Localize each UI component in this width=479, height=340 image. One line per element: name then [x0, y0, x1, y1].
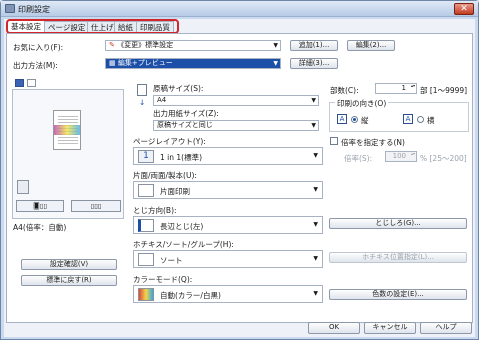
paper-size-select[interactable]: A4 ▼ — [153, 95, 319, 106]
printer-view-icon[interactable] — [27, 79, 36, 87]
favorites-select[interactable]: ✎ 《変更》標準設定 ▼ — [105, 40, 281, 51]
duplex-value: 片面印刷 — [160, 187, 190, 196]
color-mode-label: カラーモード(Q): — [133, 275, 193, 284]
page-layout-label: ページレイアウト(Y): — [133, 137, 206, 146]
printer-icon — [5, 4, 15, 13]
duplex-label: 片面/両面/製本(U): — [133, 171, 197, 180]
preview-caption: A4(倍率：自動) — [13, 223, 67, 232]
tab-bar: 基本設定 ページ設定 仕上げ 給紙 印刷品質 — [4, 19, 475, 34]
window-title: 印刷設定 — [18, 5, 50, 14]
chevron-down-icon: ▼ — [311, 122, 316, 129]
chevron-down-icon: ▼ — [273, 60, 278, 67]
print-settings-window: 印刷設定 ✕ 基本設定 ページ設定 仕上げ 給紙 印刷品質 お気に入り(F): … — [0, 0, 479, 340]
finishing-icons-left: 🂠▯▯ — [16, 200, 64, 212]
output-method-value: 編集+プレビュー — [117, 59, 173, 67]
chevron-down-icon: ▼ — [313, 290, 318, 297]
finishing-icons-right: ▯▯▯ — [71, 200, 121, 212]
paper-size-value: A4 — [157, 96, 167, 104]
landscape-icon: A — [403, 114, 413, 124]
long-edge-left-icon — [138, 219, 154, 232]
single-sided-icon — [138, 184, 154, 197]
edit-favorite-button[interactable]: 編集(2)... — [347, 40, 395, 51]
stack-icon — [17, 180, 29, 194]
page-layout-value: 1 in 1(標準) — [160, 153, 203, 162]
close-button[interactable]: ✕ — [454, 3, 474, 15]
paper-size-icon — [137, 84, 147, 96]
binding-value: 長辺とじ(左) — [160, 222, 204, 231]
output-paper-size-value: 原稿サイズと同じ — [157, 121, 213, 129]
add-favorite-button[interactable]: 追加(1)... — [290, 40, 338, 51]
zoom-stepper[interactable]: 100 — [385, 151, 417, 162]
portrait-icon: A — [337, 114, 347, 124]
landscape-radio[interactable] — [417, 116, 424, 123]
portrait-label: 縦 — [361, 116, 369, 125]
chevron-down-icon: ▼ — [313, 221, 318, 228]
settings-confirm-button[interactable]: 設定確認(V) — [21, 259, 117, 270]
cancel-button[interactable]: キャンセル — [364, 322, 416, 334]
duplex-select[interactable]: 片面印刷 ▼ — [133, 181, 323, 199]
favorites-label: お気に入り(F): — [13, 43, 64, 52]
tab-highlight-frame — [6, 19, 179, 34]
sort-icon — [138, 253, 154, 266]
chevron-down-icon: ▼ — [313, 186, 318, 193]
copies-stepper[interactable]: 1 — [375, 83, 417, 94]
page-layout-select[interactable]: 1 1 in 1(標準) ▼ — [133, 147, 323, 165]
zoom-checkbox[interactable] — [330, 137, 338, 145]
staple-position-button[interactable]: ホチキス位置指定(L)... — [329, 252, 467, 263]
chevron-down-icon: ▼ — [273, 42, 278, 49]
title-bar: 印刷設定 ✕ — [1, 1, 478, 17]
staple-sort-value: ソート — [160, 256, 183, 265]
preview-mode-icon[interactable] — [15, 79, 24, 87]
color-mode-value: 自動(カラー/白黒) — [160, 291, 221, 300]
output-method-label: 出力方法(M): — [13, 61, 58, 70]
page-preview-image — [53, 110, 81, 150]
output-paper-size-label: 出力用紙サイズ(Z): — [153, 109, 219, 118]
arrow-down-icon: ↓ — [139, 98, 146, 107]
layout-preview: 🂠▯▯ ▯▯▯ — [12, 89, 124, 219]
chevron-down-icon: ▼ — [311, 97, 316, 104]
ok-button[interactable]: OK — [308, 322, 360, 334]
output-method-select[interactable]: ▦ 編集+プレビュー ▼ — [105, 58, 281, 69]
paper-size-label: 原稿サイズ(S): — [153, 84, 204, 93]
zoom-range: % [25～200] — [420, 154, 467, 163]
portrait-radio[interactable] — [351, 116, 358, 123]
binding-label: とじ方向(B): — [133, 206, 177, 215]
output-paper-size-select[interactable]: 原稿サイズと同じ ▼ — [153, 120, 319, 131]
chevron-down-icon: ▼ — [313, 152, 318, 159]
dialog-client-area: 基本設定 ページ設定 仕上げ 給紙 印刷品質 お気に入り(F): ✎ 《変更》標… — [4, 19, 475, 337]
zoom-label: 倍率を指定する(N) — [341, 138, 405, 147]
color-settings-button[interactable]: 色数の設定(E)... — [329, 289, 467, 300]
favorites-value: 《変更》標準設定 — [117, 41, 174, 49]
orientation-label: 印刷の向き(O) — [335, 98, 389, 109]
landscape-label: 横 — [427, 116, 435, 125]
restore-defaults-button[interactable]: 標準に戻す(R) — [21, 275, 117, 286]
copies-label: 部数(C): — [330, 86, 359, 95]
one-in-one-icon: 1 — [138, 150, 154, 163]
page-image-band — [54, 125, 80, 135]
zoom-sub-label: 倍率(S): — [344, 154, 373, 163]
edit-preview-icon: ▦ — [109, 59, 118, 67]
output-detail-button[interactable]: 詳細(3)... — [290, 58, 338, 69]
auto-color-icon — [138, 288, 154, 301]
gutter-button[interactable]: とじしろ(G)... — [329, 218, 467, 229]
basic-settings-panel: お気に入り(F): ✎ 《変更》標準設定 ▼ 追加(1)... 編集(2)...… — [6, 33, 473, 323]
copies-range: 部 [1～9999] — [420, 86, 468, 95]
binding-select[interactable]: 長辺とじ(左) ▼ — [133, 216, 323, 234]
chevron-down-icon: ▼ — [313, 255, 318, 262]
pencil-icon: ✎ — [109, 41, 118, 49]
help-button[interactable]: ヘルプ — [420, 322, 472, 334]
staple-sort-select[interactable]: ソート ▼ — [133, 250, 323, 268]
staple-sort-label: ホチキス/ソート/グループ(H): — [133, 240, 234, 249]
color-mode-select[interactable]: 自動(カラー/白黒) ▼ — [133, 285, 323, 303]
